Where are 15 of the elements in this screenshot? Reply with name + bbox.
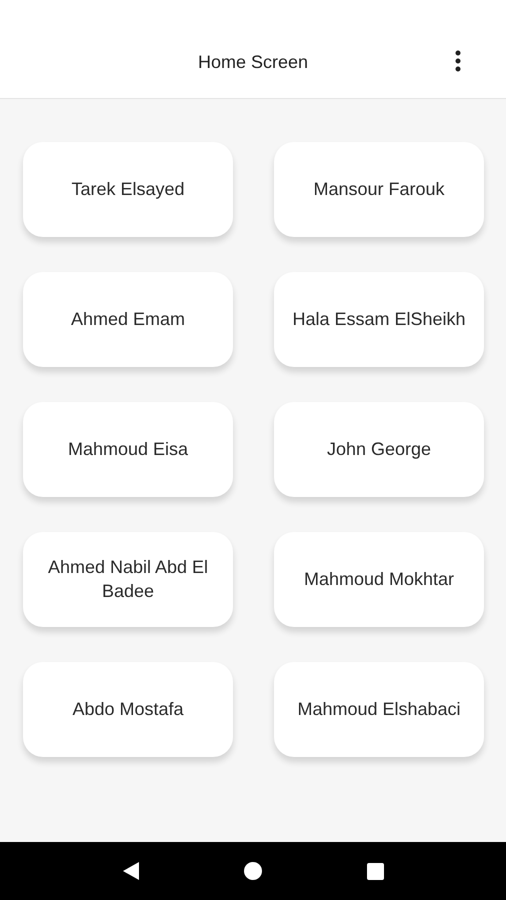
recents-icon[interactable] bbox=[366, 862, 384, 880]
name-card[interactable]: Tarek Elsayed bbox=[23, 142, 233, 237]
name-card[interactable]: Mahmoud Eisa bbox=[23, 402, 233, 497]
home-icon[interactable] bbox=[244, 862, 262, 880]
name-card[interactable]: Mansour Farouk bbox=[274, 142, 484, 237]
name-card[interactable]: Mahmoud Mokhtar bbox=[274, 532, 484, 627]
name-card[interactable]: Abdo Mostafa bbox=[23, 662, 233, 757]
name-card[interactable]: Ahmed Emam bbox=[23, 272, 233, 367]
more-options-icon[interactable] bbox=[455, 50, 461, 72]
back-icon[interactable] bbox=[122, 862, 138, 880]
name-card[interactable]: Hala Essam ElSheikh bbox=[274, 272, 484, 367]
name-card[interactable]: Ahmed Nabil Abd El Badee bbox=[23, 532, 233, 627]
name-card[interactable]: Mahmoud Elshabaci bbox=[274, 662, 484, 757]
name-card[interactable]: John George bbox=[274, 402, 484, 497]
screen-title: Home Screen bbox=[198, 52, 308, 73]
